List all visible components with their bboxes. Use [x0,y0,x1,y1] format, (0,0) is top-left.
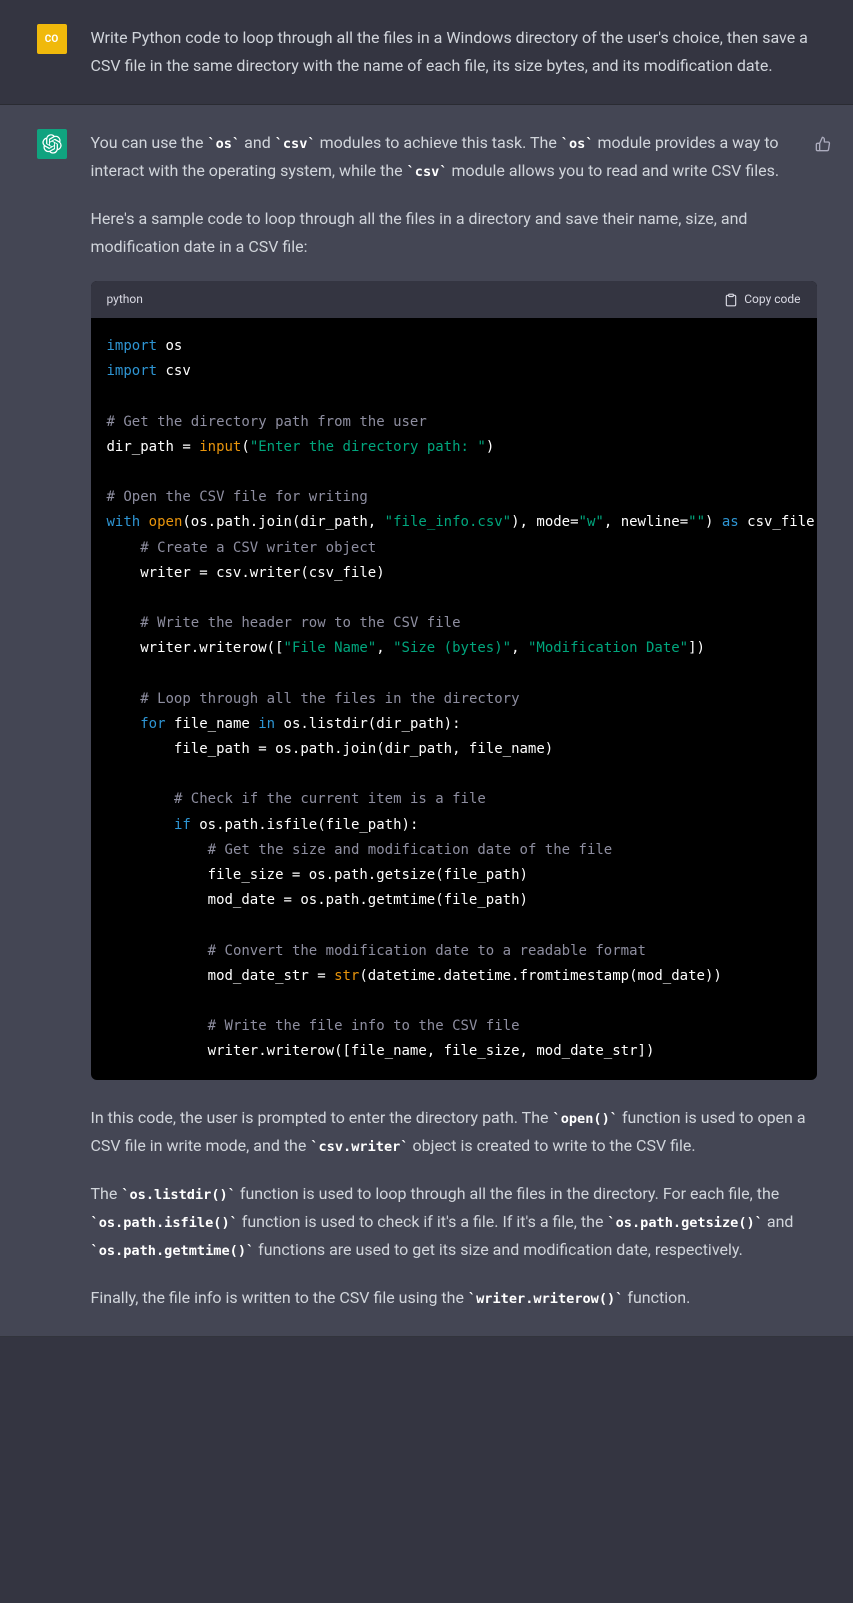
inline-code-getsize: os.path.getsize() [607,1215,763,1231]
thumbs-up-icon [815,136,831,152]
user-avatar: CO [37,24,67,54]
inline-code-open: open() [553,1111,618,1127]
inline-code-csv: csv [407,164,448,180]
copy-code-button[interactable]: Copy code [724,289,800,310]
code-content[interactable]: import os import csv # Get the directory… [91,318,817,1080]
code-block-header: python Copy code [91,281,817,318]
inline-code-writerow: writer.writerow() [468,1291,624,1307]
explanation-2: The os.listdir() function is used to loo… [91,1180,817,1264]
assistant-avatar [37,129,67,159]
assistant-intro-paragraph: You can use the os and csv modules to ac… [91,129,817,185]
explanation-1: In this code, the user is prompted to en… [91,1104,817,1160]
code-lang-label: python [107,289,143,310]
assistant-message: You can use the os and csv modules to ac… [0,105,853,1337]
code-block: python Copy code import os import csv # … [91,281,817,1080]
openai-logo-icon [42,134,62,154]
inline-code-listdir: os.listdir() [121,1187,236,1203]
inline-code-os: os [207,136,240,152]
inline-code-writer: csv.writer [310,1139,408,1155]
feedback-thumbs-up-button[interactable] [815,133,831,161]
explanation-3: Finally, the file info is written to the… [91,1284,817,1312]
inline-code-os: os [561,136,594,152]
assistant-para-2: Here's a sample code to loop through all… [91,205,817,261]
user-prompt-text: Write Python code to loop through all th… [91,24,817,80]
clipboard-icon [724,293,738,307]
inline-code-isfile: os.path.isfile() [91,1215,238,1231]
inline-code-csv: csv [275,136,316,152]
inline-code-getmtime: os.path.getmtime() [91,1243,255,1259]
user-message: CO Write Python code to loop through all… [0,0,853,105]
